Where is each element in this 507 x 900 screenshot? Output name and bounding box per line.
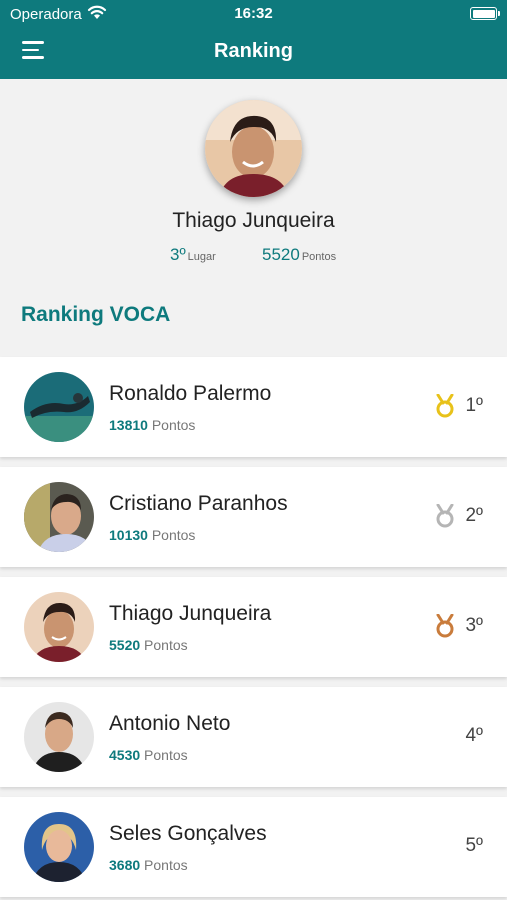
ranking-name: Seles Gonçalves: [109, 822, 267, 845]
profile-place: 3º Lugar: [170, 245, 216, 265]
ranking-points: 5520 Pontos: [109, 637, 188, 653]
ranking-place: 2º: [465, 505, 483, 526]
ranking-row[interactable]: Thiago Junqueira 5520 Pontos 3º: [0, 577, 507, 677]
page-title: Ranking: [214, 40, 293, 62]
ranking-points: 4530 Pontos: [109, 747, 188, 763]
ranking-points-value: 10130: [109, 527, 148, 543]
ranking-points-value: 4530: [109, 747, 141, 763]
profile-avatar: [205, 100, 302, 197]
avatar: [24, 482, 94, 552]
profile-points: 5520 Pontos: [262, 245, 336, 265]
profile-name: Thiago Junqueira: [172, 209, 335, 232]
profile-place-label: Lugar: [187, 251, 216, 263]
ranking-points-label: Pontos: [144, 857, 188, 873]
ranking-points-value: 13810: [109, 417, 148, 433]
status-bar: Operadora 16:32: [0, 0, 507, 30]
app-header: Operadora 16:32 Ranking: [0, 0, 507, 79]
ranking-place: 3º: [465, 615, 483, 636]
ranking-place: 4º: [465, 725, 483, 746]
ranking-row[interactable]: Seles Gonçalves 3680 Pontos 5º: [0, 797, 507, 897]
profile-stats: 3º Lugar 5520 Pontos: [0, 245, 507, 265]
ranking-points-label: Pontos: [151, 527, 196, 543]
profile-points-value: 5520: [262, 245, 300, 264]
ranking-name: Ronaldo Palermo: [109, 382, 272, 405]
ranking-points-label: Pontos: [144, 747, 188, 763]
ranking-points-value: 5520: [109, 637, 141, 653]
ranking-points: 13810 Pontos: [109, 417, 195, 433]
battery-icon: [470, 7, 500, 20]
ranking-name: Cristiano Paranhos: [109, 492, 288, 515]
ranking-points: 3680 Pontos: [109, 857, 188, 873]
silver-medal-icon: [436, 504, 454, 528]
ranking-name: Thiago Junqueira: [109, 602, 272, 625]
avatar: [24, 812, 94, 882]
ranking-points-value: 3680: [109, 857, 141, 873]
avatar: [24, 702, 94, 772]
ranking-row[interactable]: Ronaldo Palermo 13810 Pontos 1º: [0, 357, 507, 457]
gold-medal-icon: [436, 394, 454, 418]
ranking-row[interactable]: Cristiano Paranhos 10130 Pontos 2º: [0, 467, 507, 567]
ranking-place: 1º: [465, 395, 483, 416]
avatar: [24, 372, 94, 442]
status-time: 16:32: [234, 5, 273, 22]
section-title: Ranking VOCA: [21, 303, 171, 326]
ranking-row[interactable]: Antonio Neto 4530 Pontos 4º: [0, 687, 507, 787]
ranking-place: 5º: [465, 835, 483, 856]
profile-card: Thiago Junqueira 3º Lugar 5520 Pontos Rank…: [0, 79, 507, 357]
avatar: [24, 592, 94, 662]
ranking-name: Antonio Neto: [109, 712, 231, 735]
ranking-points: 10130 Pontos: [109, 527, 195, 543]
profile-place-value: 3º: [170, 245, 186, 264]
ranking-points-label: Pontos: [151, 417, 196, 433]
ranking-list: Ronaldo Palermo 13810 Pontos 1º Cristian…: [0, 357, 507, 900]
bronze-medal-icon: [436, 614, 454, 638]
ranking-points-label: Pontos: [144, 637, 188, 653]
profile-points-label: Pontos: [301, 251, 337, 263]
